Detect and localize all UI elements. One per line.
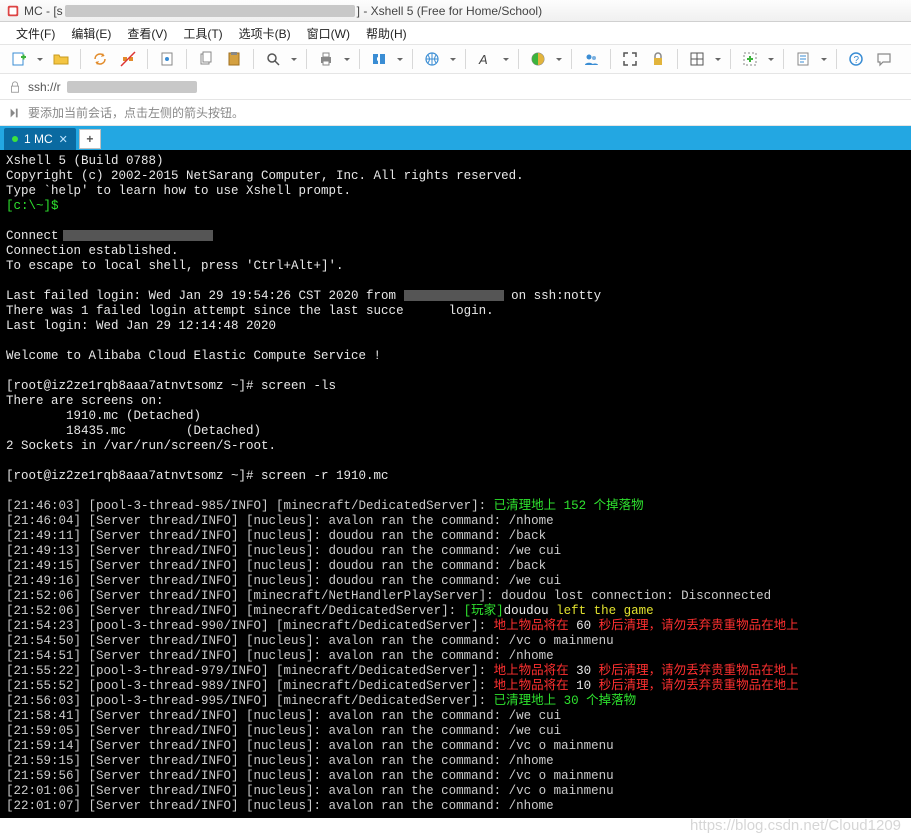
tab-label: 1 MC: [24, 132, 53, 146]
menu-window[interactable]: 窗口(W): [299, 23, 358, 44]
svg-text:?: ?: [854, 55, 860, 66]
toolbar: A ?: [0, 44, 911, 74]
new-session-button[interactable]: [8, 48, 30, 70]
script-dropdown[interactable]: [820, 48, 828, 70]
print-button[interactable]: [315, 48, 337, 70]
copy-button[interactable]: [195, 48, 217, 70]
menu-tools[interactable]: 工具(T): [175, 23, 230, 44]
redacted-host: [67, 81, 197, 93]
menu-help[interactable]: 帮助(H): [358, 23, 415, 44]
reconnect-button[interactable]: [89, 48, 111, 70]
color-dropdown[interactable]: [555, 48, 563, 70]
properties-button[interactable]: [156, 48, 178, 70]
info-bar: 要添加当前会话，点击左侧的箭头按钮。: [0, 100, 911, 126]
lock-icon: [8, 80, 22, 94]
font-button[interactable]: A: [474, 48, 496, 70]
tab-strip: 1 MC ✕ +: [0, 126, 911, 150]
new-tab-button[interactable]: +: [79, 129, 101, 149]
chat-button[interactable]: [873, 48, 895, 70]
arrow-icon[interactable]: [8, 106, 22, 120]
menu-edit[interactable]: 编辑(E): [63, 23, 119, 44]
open-button[interactable]: [50, 48, 72, 70]
window-titlebar: MC - [s ] - Xshell 5 (Free for Home/Scho…: [0, 0, 911, 22]
print-dropdown[interactable]: [343, 48, 351, 70]
fullscreen-button[interactable]: [619, 48, 641, 70]
layout-dropdown[interactable]: [714, 48, 722, 70]
window-title-prefix: MC - [s: [24, 4, 63, 18]
menu-tabs[interactable]: 选项卡(B): [231, 23, 299, 44]
redacted-path: [65, 5, 355, 17]
menu-file[interactable]: 文件(F): [8, 23, 63, 44]
terminal[interactable]: Xshell 5 (Build 0788)Copyright (c) 2002-…: [0, 150, 911, 818]
lock-button[interactable]: [647, 48, 669, 70]
transfer-dropdown[interactable]: [396, 48, 404, 70]
app-icon: [6, 4, 20, 18]
info-text: 要添加当前会话，点击左侧的箭头按钮。: [28, 104, 244, 121]
transfer-button[interactable]: [368, 48, 390, 70]
language-dropdown[interactable]: [449, 48, 457, 70]
svg-text:A: A: [478, 52, 488, 67]
font-dropdown[interactable]: [502, 48, 510, 70]
new-session-dropdown[interactable]: [36, 48, 44, 70]
color-button[interactable]: [527, 48, 549, 70]
window-title-suffix: ] - Xshell 5 (Free for Home/School): [357, 4, 542, 18]
paste-button[interactable]: [223, 48, 245, 70]
status-dot-icon: [12, 136, 18, 142]
users-button[interactable]: [580, 48, 602, 70]
find-dropdown[interactable]: [290, 48, 298, 70]
script-button[interactable]: [792, 48, 814, 70]
add-dropdown[interactable]: [767, 48, 775, 70]
address-text[interactable]: ssh://r: [28, 80, 61, 94]
add-button[interactable]: [739, 48, 761, 70]
address-bar: ssh://r: [0, 74, 911, 100]
menu-view[interactable]: 查看(V): [119, 23, 175, 44]
menubar: 文件(F) 编辑(E) 查看(V) 工具(T) 选项卡(B) 窗口(W) 帮助(…: [0, 22, 911, 44]
help-button[interactable]: ?: [845, 48, 867, 70]
watermark: https://blog.csdn.net/Cloud1209: [690, 817, 901, 834]
layout-button[interactable]: [686, 48, 708, 70]
disconnect-button[interactable]: [117, 48, 139, 70]
close-icon[interactable]: ✕: [59, 133, 68, 146]
find-button[interactable]: [262, 48, 284, 70]
language-button[interactable]: [421, 48, 443, 70]
tab-session[interactable]: 1 MC ✕: [4, 128, 76, 150]
